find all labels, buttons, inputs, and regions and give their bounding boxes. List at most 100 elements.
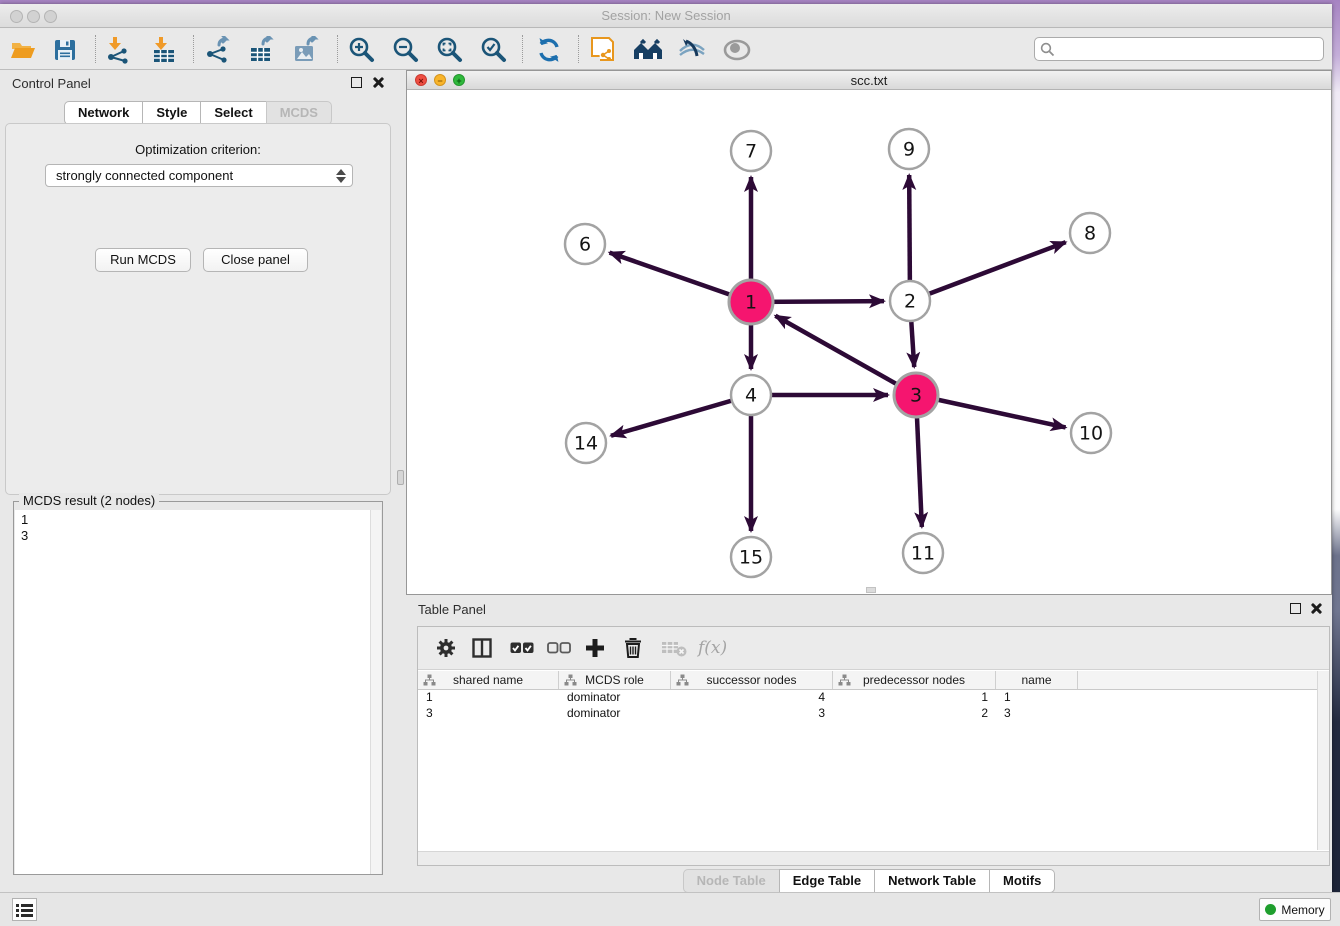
select-all-columns-icon[interactable] xyxy=(510,633,534,663)
result-scrollbar[interactable] xyxy=(370,510,381,874)
graph-node-label: 10 xyxy=(1079,423,1103,445)
column-header-successor-nodes[interactable]: 13">successor nodes xyxy=(671,671,833,689)
function-builder-icon: f(x) xyxy=(698,633,727,663)
memory-button[interactable]: Memory xyxy=(1259,898,1331,921)
export-network-icon[interactable] xyxy=(201,34,235,66)
table-cell[interactable]: 3 xyxy=(418,706,559,722)
zoom-out-icon[interactable] xyxy=(389,34,423,66)
table-cell[interactable]: dominator xyxy=(559,690,671,706)
close-panel-button[interactable]: Close panel xyxy=(203,248,308,272)
network-graph-canvas[interactable]: 7968124314101511 xyxy=(407,91,1331,594)
add-column-icon[interactable] xyxy=(584,633,606,663)
graph-node-label: 3 xyxy=(910,385,922,407)
tab-select[interactable]: Select xyxy=(200,101,266,125)
tab-network-table[interactable]: Network Table xyxy=(874,869,990,893)
panel-splitter[interactable] xyxy=(396,70,406,892)
table-vertical-scrollbar[interactable] xyxy=(1317,671,1329,850)
column-header-predecessor-nodes[interactable]: 13">predecessor nodes xyxy=(833,671,996,689)
table-horizontal-scrollbar[interactable] xyxy=(418,851,1329,865)
table-float-icon[interactable] xyxy=(1290,603,1301,614)
table-cell[interactable]: 1 xyxy=(418,690,559,706)
tab-mcds[interactable]: MCDS xyxy=(266,101,332,125)
tab-edge-table[interactable]: Edge Table xyxy=(779,869,875,893)
import-network-icon[interactable] xyxy=(101,34,135,66)
table-row[interactable]: 3dominator323 xyxy=(418,706,1318,722)
mcds-result-title: MCDS result (2 nodes) xyxy=(19,493,159,508)
application-window: Session: New Session xyxy=(0,4,1332,892)
zoom-selected-icon[interactable] xyxy=(477,34,511,66)
delete-column-icon[interactable] xyxy=(623,633,643,663)
table-cell[interactable]: 1 xyxy=(833,690,996,706)
graph-node-label: 2 xyxy=(904,291,916,313)
table-toolbar: f(x) xyxy=(418,627,1329,670)
gear-icon[interactable] xyxy=(436,633,456,663)
list-icon xyxy=(16,903,33,917)
table-cell[interactable]: 1 xyxy=(996,690,1078,706)
network-resize-handle[interactable] xyxy=(866,587,876,593)
zoom-fit-icon[interactable] xyxy=(433,34,467,66)
export-table-icon[interactable] xyxy=(245,34,279,66)
unselect-all-columns-icon[interactable] xyxy=(547,633,571,663)
table-panel-header: Table Panel xyxy=(406,596,1332,622)
search-input[interactable] xyxy=(1034,37,1324,61)
network-window-titlebar[interactable]: × − + scc.txt xyxy=(407,71,1331,90)
edge-4-14[interactable] xyxy=(611,395,751,436)
birds-eye-view-icon[interactable] xyxy=(720,34,754,66)
table-row[interactable]: 1dominator411 xyxy=(418,690,1318,706)
table-panel: Table Panel xyxy=(406,596,1332,892)
show-all-networks-icon[interactable] xyxy=(631,34,665,66)
column-header-filler xyxy=(1078,671,1318,689)
table-panel-tabs: Node TableEdge TableNetwork TableMotifs xyxy=(406,869,1332,893)
network-view-window: × − + scc.txt 7968124314101511 xyxy=(406,70,1332,595)
search-icon xyxy=(1040,42,1055,57)
table-cell[interactable]: 3 xyxy=(671,706,833,722)
table-close-icon[interactable] xyxy=(1309,602,1322,615)
float-panel-icon[interactable] xyxy=(351,77,362,88)
node-table-container: f(x) 13">shared name13">MCDS role13">suc… xyxy=(417,626,1330,866)
tree-icon: 13"> xyxy=(423,674,436,687)
network-window-title: scc.txt xyxy=(407,73,1331,88)
table-panel-title: Table Panel xyxy=(418,602,486,617)
select-stepper-icon xyxy=(336,168,346,184)
table-cell[interactable]: 2 xyxy=(833,706,996,722)
export-image-icon[interactable] xyxy=(289,34,323,66)
memory-status-icon xyxy=(1265,904,1276,915)
main-toolbar xyxy=(0,29,1332,70)
table-cell[interactable]: 4 xyxy=(671,690,833,706)
criterion-select[interactable]: strongly connected component xyxy=(45,164,353,187)
control-panel-title: Control Panel xyxy=(12,76,91,91)
mcds-result-group: MCDS result (2 nodes) 1 3 xyxy=(13,501,383,875)
hide-details-icon[interactable] xyxy=(675,34,709,66)
control-panel: Control Panel NetworkStyleSelectMCDS Opt… xyxy=(0,70,396,892)
optimization-criterion-label: Optimization criterion: xyxy=(6,142,390,157)
graph-node-label: 9 xyxy=(903,139,915,161)
graph-node-label: 6 xyxy=(579,234,591,256)
mcds-result-text[interactable]: 1 3 xyxy=(15,510,371,874)
splitter-handle[interactable] xyxy=(397,470,404,485)
import-table-icon[interactable] xyxy=(147,34,181,66)
split-panel-icon[interactable] xyxy=(472,633,492,663)
save-session-icon[interactable] xyxy=(48,34,82,66)
search-field[interactable] xyxy=(1059,39,1319,59)
column-header-shared-name[interactable]: 13">shared name xyxy=(418,671,559,689)
table-column-headers: 13">shared name13">MCDS role13">successo… xyxy=(418,671,1318,690)
table-cell[interactable]: 3 xyxy=(996,706,1078,722)
tab-node-table[interactable]: Node Table xyxy=(683,869,780,893)
zoom-in-icon[interactable] xyxy=(345,34,379,66)
mcds-tab-panel: Optimization criterion: strongly connect… xyxy=(5,123,391,495)
tab-motifs[interactable]: Motifs xyxy=(989,869,1055,893)
run-mcds-button[interactable]: Run MCDS xyxy=(95,248,191,272)
edge-2-8[interactable] xyxy=(910,242,1066,301)
edge-3-1[interactable] xyxy=(775,316,916,395)
column-header-MCDS-role[interactable]: 13">MCDS role xyxy=(559,671,671,689)
tab-style[interactable]: Style xyxy=(142,101,201,125)
refresh-layout-icon[interactable] xyxy=(532,34,566,66)
tab-network[interactable]: Network xyxy=(64,101,143,125)
open-file-icon[interactable] xyxy=(6,34,40,66)
close-panel-icon[interactable] xyxy=(371,76,384,89)
column-header-name[interactable]: name xyxy=(996,671,1078,689)
clone-network-icon[interactable] xyxy=(587,34,621,66)
task-history-button[interactable] xyxy=(12,898,37,921)
table-cell[interactable]: dominator xyxy=(559,706,671,722)
graph-node-label: 15 xyxy=(739,547,763,569)
